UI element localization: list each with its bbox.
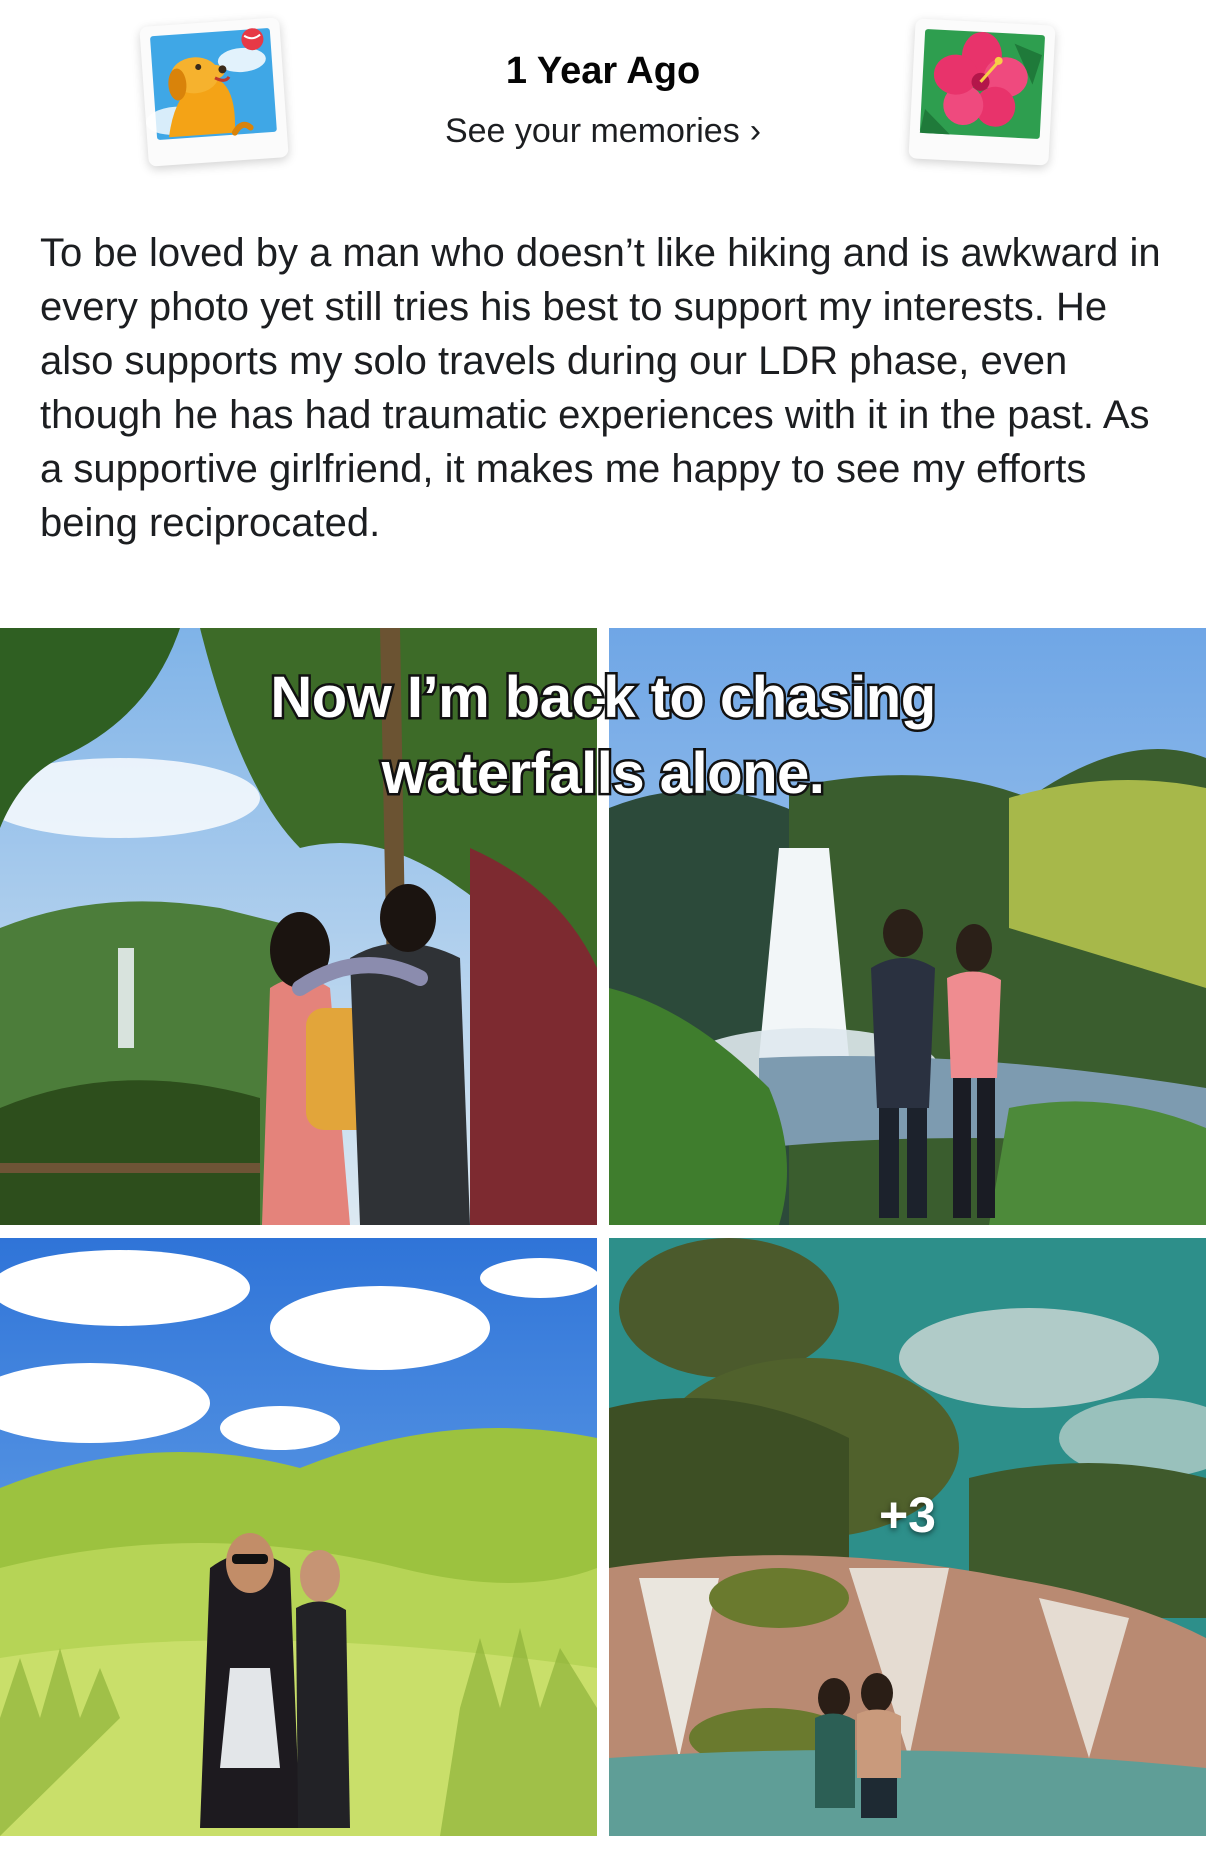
caption-line-1: Now I’m back to chasing (268, 663, 939, 733)
photo-couple-at-cascading-falls[interactable]: +3 (609, 1238, 1206, 1836)
photo-couple-on-grassy-hill[interactable] (0, 1238, 597, 1836)
post-text: To be loved by a man who doesn’t like hi… (40, 231, 1161, 545)
hibiscus-photo-sticker-icon (908, 18, 1056, 166)
more-photos-count: +3 (878, 1487, 936, 1543)
memories-header[interactable]: 1 Year Ago See your memories › (0, 0, 1206, 200)
more-photos-overlay[interactable]: +3 (609, 1238, 1206, 1836)
caption-line-2: waterfalls alone. (379, 739, 827, 809)
chevron-right-icon: › (749, 112, 762, 150)
see-memories-label: See your memories (444, 112, 740, 150)
video-caption-overlay: Now I’m back to chasing waterfalls alone… (0, 660, 1206, 812)
